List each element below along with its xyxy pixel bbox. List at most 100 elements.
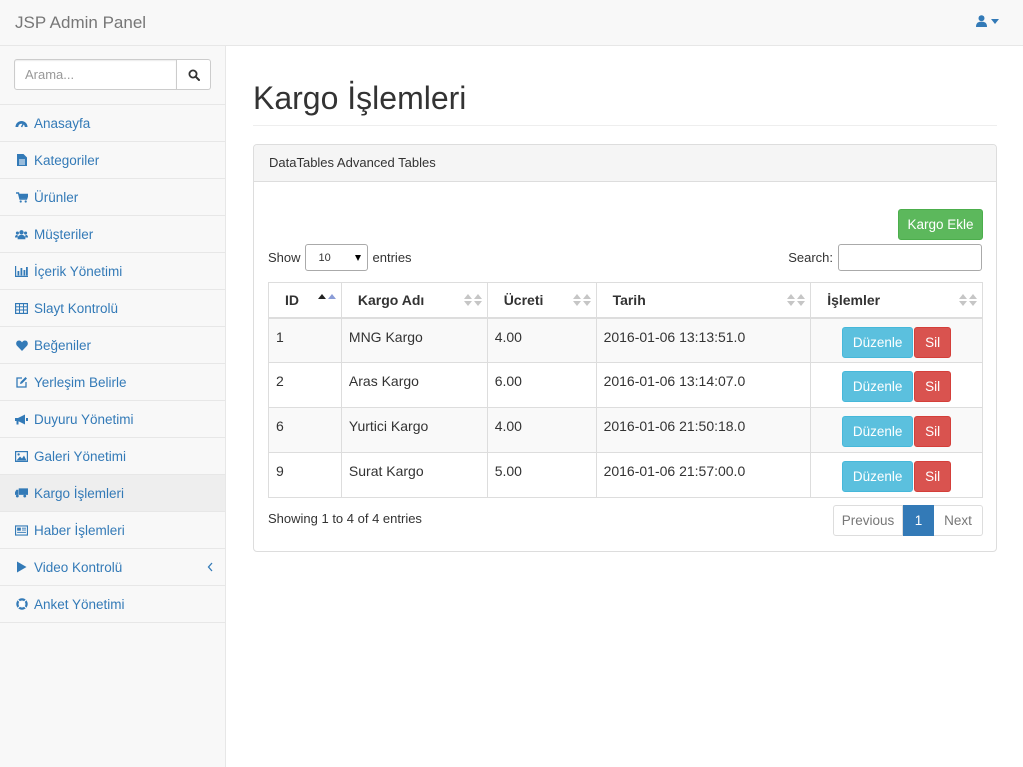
sidebar-item-anasayfa[interactable]: Anasayfa <box>0 105 225 142</box>
cell-actions: Düzenle Sil <box>810 452 983 498</box>
delete-button[interactable]: Sil <box>914 461 952 492</box>
sidebar-item-label: Galeri Yönetimi <box>34 448 127 464</box>
file-icon <box>15 154 28 167</box>
column-header-name[interactable]: Kargo Adı <box>340 282 488 319</box>
column-header-label: Kargo Adı <box>357 291 425 308</box>
column-header-label: İşlemler <box>827 291 881 308</box>
sidebar-item-video[interactable]: Video Kontrolü <box>0 549 225 586</box>
delete-button[interactable]: Sil <box>914 326 952 358</box>
sidebar-item-urunler[interactable]: Ürünler <box>0 179 225 216</box>
edit-button[interactable]: Düzenle <box>842 371 914 402</box>
cell-date: 2016-01-06 21:50:18.0 <box>595 407 812 453</box>
chevron-left-icon[interactable] <box>207 560 213 575</box>
sort-icon <box>959 294 977 306</box>
search-input[interactable] <box>14 59 177 90</box>
sidebar-item-kargo[interactable]: Kargo İşlemleri <box>0 475 225 512</box>
datatable-panel: DataTables Advanced Tables Kargo Ekle Sh… <box>253 144 997 552</box>
table-row: 9 Surat Kargo 5.00 2016-01-06 21:57:00.0… <box>268 452 983 498</box>
newspaper-icon <box>15 524 28 537</box>
search-icon <box>188 69 200 81</box>
table-row: 1 MNG Kargo 4.00 2016-01-06 13:13:51.0 D… <box>268 317 983 363</box>
cell-date: 2016-01-06 13:13:51.0 <box>595 317 812 363</box>
sidebar-item-label: İçerik Yönetimi <box>34 263 123 279</box>
heart-icon <box>15 339 28 352</box>
sidebar-item-label: Ürünler <box>34 189 79 205</box>
sidebar-item-musteriler[interactable]: Müşteriler <box>0 216 225 253</box>
column-header-label: ID <box>285 291 299 308</box>
sidebar-item-haber[interactable]: Haber İşlemleri <box>0 512 225 549</box>
sort-ascending-icon <box>317 294 336 299</box>
cell-fee: 5.00 <box>486 452 597 498</box>
panel-heading: DataTables Advanced Tables <box>254 145 996 182</box>
next-page-button[interactable]: Next <box>934 505 983 536</box>
dashboard-icon <box>15 117 28 130</box>
sidebar-item-label: Kategoriler <box>34 152 100 168</box>
bullhorn-icon <box>15 413 28 426</box>
sidebar-item-label: Anasayfa <box>34 115 91 131</box>
users-icon <box>15 228 28 241</box>
bar-chart-icon <box>15 265 28 278</box>
user-icon <box>976 15 987 27</box>
sidebar-nav: Anasayfa Kategoriler Ürünler Müşteriler … <box>0 104 225 623</box>
add-cargo-button[interactable]: Kargo Ekle <box>898 209 983 240</box>
sidebar-item-label: Beğeniler <box>34 337 92 353</box>
sidebar-item-duyuru[interactable]: Duyuru Yönetimi <box>0 401 225 438</box>
brand-title[interactable]: JSP Admin Panel <box>15 13 146 33</box>
column-header-fee[interactable]: Ücreti <box>486 282 597 319</box>
cell-name: Yurtici Kargo <box>340 407 488 453</box>
delete-button[interactable]: Sil <box>914 371 952 402</box>
play-icon <box>15 561 28 574</box>
user-menu-toggle[interactable] <box>976 15 999 27</box>
table-icon <box>15 302 28 315</box>
sidebar-item-kategoriler[interactable]: Kategoriler <box>0 142 225 179</box>
edit-button[interactable]: Düzenle <box>842 416 914 447</box>
cell-date: 2016-01-06 13:14:07.0 <box>595 362 812 408</box>
sort-icon <box>572 294 591 306</box>
image-icon <box>15 450 28 463</box>
table-info: Showing 1 to 4 of 4 entries <box>268 511 422 526</box>
page-1-button[interactable]: 1 <box>903 505 934 536</box>
sort-icon <box>463 294 482 306</box>
entries-select[interactable]: 10 <box>304 244 368 271</box>
edit-icon <box>15 376 28 389</box>
dropdown-arrow-icon <box>354 254 361 261</box>
filter-label: Search: <box>788 250 833 265</box>
cell-actions: Düzenle Sil <box>810 407 983 453</box>
entries-select-value: 10 <box>318 251 331 264</box>
table-search-input[interactable] <box>838 244 982 271</box>
entries-length-control: Show 10 entries <box>268 244 412 271</box>
cell-name: Aras Kargo <box>340 362 488 408</box>
cell-id: 1 <box>268 317 342 363</box>
column-header-label: Tarih <box>612 291 646 308</box>
column-header-id[interactable]: ID <box>268 282 342 319</box>
cell-date: 2016-01-06 21:57:00.0 <box>595 452 812 498</box>
sidebar-search <box>14 59 211 90</box>
sidebar-item-label: Müşteriler <box>34 226 94 242</box>
sidebar-item-anket[interactable]: Anket Yönetimi <box>0 586 225 623</box>
sort-icon <box>787 294 806 306</box>
page-title: Kargo İşlemleri <box>253 80 467 116</box>
table-header-row: ID Kargo Adı Ücreti Tarih İşlemler <box>268 282 983 319</box>
sidebar-item-slayt[interactable]: Slayt Kontrolü <box>0 290 225 327</box>
sidebar-item-begeniler[interactable]: Beğeniler <box>0 327 225 364</box>
search-button[interactable] <box>177 59 211 90</box>
entries-label: entries <box>372 250 412 265</box>
previous-page-button[interactable]: Previous <box>833 505 903 536</box>
sidebar-item-galeri[interactable]: Galeri Yönetimi <box>0 438 225 475</box>
column-header-actions[interactable]: İşlemler <box>810 282 983 319</box>
cell-fee: 4.00 <box>486 407 597 453</box>
cell-actions: Düzenle Sil <box>810 317 983 363</box>
delete-button[interactable]: Sil <box>914 416 952 447</box>
column-header-date[interactable]: Tarih <box>595 282 812 319</box>
edit-button[interactable]: Düzenle <box>842 461 914 492</box>
sidebar-item-label: Slayt Kontrolü <box>34 300 119 316</box>
sidebar-item-icerik[interactable]: İçerik Yönetimi <box>0 253 225 290</box>
edit-button[interactable]: Düzenle <box>842 326 914 358</box>
cart-icon <box>15 191 28 204</box>
sidebar-item-yerlesim[interactable]: Yerleşim Belirle <box>0 364 225 401</box>
cell-name: MNG Kargo <box>340 317 488 363</box>
cell-actions: Düzenle Sil <box>810 362 983 408</box>
column-header-label: Ücreti <box>503 291 544 308</box>
cell-name: Surat Kargo <box>340 452 488 498</box>
table-row: 2 Aras Kargo 6.00 2016-01-06 13:14:07.0 … <box>268 362 983 408</box>
